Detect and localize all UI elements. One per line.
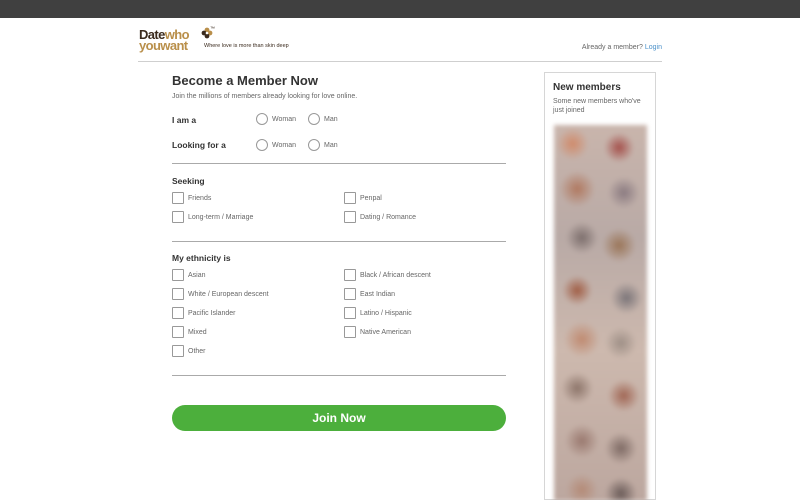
- logo-tagline: Where love is more than skin deep: [204, 43, 289, 49]
- looking-for-man-radio[interactable]: Man: [308, 139, 338, 151]
- checkbox-box[interactable]: [172, 288, 184, 300]
- checkbox-label: Latino / Hispanic: [360, 309, 412, 317]
- radio-circle[interactable]: [308, 113, 320, 125]
- already-member-text: Already a member?: [581, 44, 643, 51]
- radio-label: Man: [324, 141, 338, 149]
- form-subtitle: Join the millions of members already loo…: [172, 93, 358, 100]
- checkbox-label: Penpal: [360, 194, 382, 202]
- ethnicity-mixed-checkbox[interactable]: Mixed: [172, 326, 207, 338]
- checkbox-label: East Indian: [360, 290, 396, 298]
- radio-circle[interactable]: [308, 139, 320, 151]
- site-header: Datewho youwant ™ Where love is more tha…: [138, 18, 662, 62]
- checkbox-box[interactable]: [172, 326, 184, 338]
- login-link[interactable]: Login: [645, 44, 662, 51]
- site-logo[interactable]: Datewho youwant ™ Where love is more tha…: [138, 26, 308, 56]
- i-am-woman-radio[interactable]: Woman: [256, 113, 296, 125]
- checkbox-label: Asian: [188, 271, 206, 279]
- divider: [172, 375, 506, 376]
- ethnicity-latino-checkbox[interactable]: Latino / Hispanic: [344, 307, 412, 319]
- looking-for-label: Looking for a: [172, 140, 226, 150]
- page: Datewho youwant ™ Where love is more tha…: [0, 18, 800, 500]
- member-photos-grid[interactable]: [554, 125, 647, 500]
- checkbox-box[interactable]: [344, 326, 356, 338]
- i-am-man-radio[interactable]: Man: [308, 113, 338, 125]
- checkbox-box[interactable]: [172, 345, 184, 357]
- seeking-friends-checkbox[interactable]: Friends: [172, 192, 211, 204]
- looking-for-woman-radio[interactable]: Woman: [256, 139, 296, 151]
- seeking-long-term-checkbox[interactable]: Long-term / Marriage: [172, 211, 253, 223]
- seeking-dating-checkbox[interactable]: Dating / Romance: [344, 211, 416, 223]
- checkbox-label: Pacific Islander: [188, 309, 236, 317]
- ethnicity-white-checkbox[interactable]: White / European descent: [172, 288, 269, 300]
- checkbox-label: Long-term / Marriage: [188, 213, 254, 221]
- checkbox-label: Mixed: [188, 328, 207, 336]
- checkbox-label: Other: [188, 347, 206, 355]
- checkbox-label: Friends: [188, 194, 212, 202]
- radio-circle[interactable]: [256, 139, 268, 151]
- checkbox-box[interactable]: [344, 211, 356, 223]
- checkbox-label: Black / African descent: [360, 271, 431, 279]
- divider: [172, 163, 506, 164]
- radio-label: Woman: [272, 115, 296, 123]
- divider: [172, 241, 506, 242]
- radio-label: Woman: [272, 141, 296, 149]
- logo-line-2: youwant: [139, 38, 188, 53]
- logo-trademark: ™: [210, 26, 215, 32]
- ethnicity-native-american-checkbox[interactable]: Native American: [344, 326, 411, 338]
- new-members-panel: New members Some new members who've just…: [544, 72, 656, 500]
- ethnicity-pacific-islander-checkbox[interactable]: Pacific Islander: [172, 307, 235, 319]
- checkbox-box[interactable]: [172, 211, 184, 223]
- already-member: Already a member? Login: [582, 44, 662, 51]
- new-members-subtitle: Some new members who've just joined: [553, 98, 641, 114]
- ethnicity-east-indian-checkbox[interactable]: East Indian: [344, 288, 395, 300]
- checkbox-box[interactable]: [172, 307, 184, 319]
- new-members-title: New members: [553, 82, 621, 93]
- ethnicity-asian-checkbox[interactable]: Asian: [172, 269, 206, 281]
- seeking-title: Seeking: [172, 176, 205, 186]
- browser-top-bar: [0, 0, 800, 18]
- checkbox-box[interactable]: [344, 192, 356, 204]
- checkbox-label: Dating / Romance: [360, 213, 417, 221]
- checkbox-box[interactable]: [172, 192, 184, 204]
- seeking-penpal-checkbox[interactable]: Penpal: [344, 192, 382, 204]
- checkbox-box[interactable]: [344, 288, 356, 300]
- checkbox-box[interactable]: [344, 269, 356, 281]
- form-title: Become a Member Now: [172, 73, 318, 88]
- radio-label: Man: [324, 115, 338, 123]
- checkbox-box[interactable]: [344, 307, 356, 319]
- ethnicity-title: My ethnicity is: [172, 253, 231, 263]
- radio-circle[interactable]: [256, 113, 268, 125]
- checkbox-box[interactable]: [172, 269, 184, 281]
- join-now-button[interactable]: Join Now: [172, 405, 506, 431]
- ethnicity-other-checkbox[interactable]: Other: [172, 345, 206, 357]
- ethnicity-black-checkbox[interactable]: Black / African descent: [344, 269, 431, 281]
- checkbox-label: Native American: [360, 328, 411, 336]
- i-am-label: I am a: [172, 115, 197, 125]
- checkbox-label: White / European descent: [188, 290, 269, 298]
